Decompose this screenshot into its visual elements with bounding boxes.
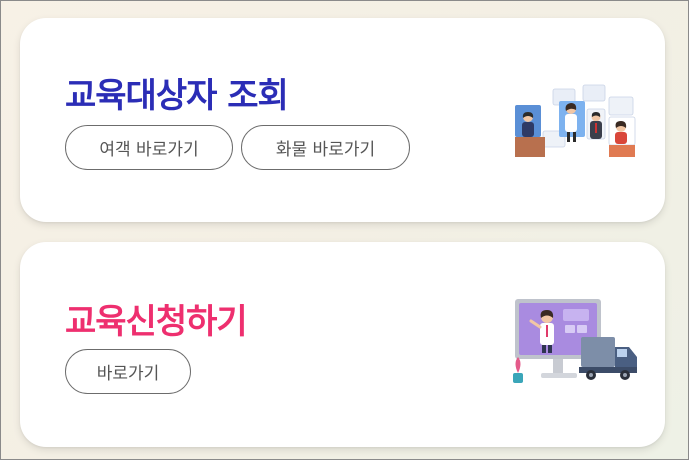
online-lecture-truck-icon	[513, 299, 637, 383]
video-conference-people-icon	[515, 84, 636, 157]
apply-card-title: 교육신청하기	[65, 302, 248, 342]
passenger-shortcut-button[interactable]: 여객 바로가기	[65, 125, 233, 170]
lookup-card-title: 교육대상자 조회	[65, 76, 289, 116]
cargo-shortcut-button[interactable]: 화물 바로가기	[241, 125, 410, 170]
education-target-lookup-card: 교육대상자 조회 여객 바로가기 화물 바로가기	[20, 18, 665, 222]
education-apply-card: 교육신청하기 바로가기	[20, 242, 665, 447]
apply-shortcut-button[interactable]: 바로가기	[65, 349, 191, 394]
